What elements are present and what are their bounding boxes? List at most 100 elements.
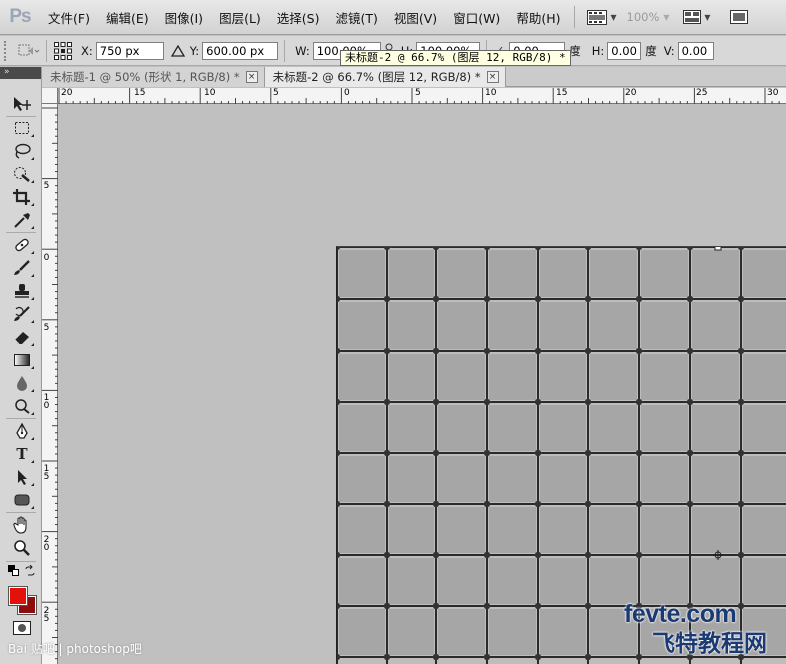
ruler-label: 0: [43, 253, 50, 263]
ruler-label: 0: [344, 88, 350, 98]
grid-cell: [489, 354, 536, 400]
crop-tool-icon[interactable]: [11, 187, 34, 206]
screen-mode-menu-button[interactable]: [730, 10, 749, 24]
vertical-ruler-ticks: [42, 107, 58, 660]
ruler-label: 25: [696, 88, 708, 98]
relative-position-icon[interactable]: [170, 44, 186, 58]
eyedropper-tool-icon[interactable]: [11, 210, 34, 229]
grid-cell: [489, 609, 536, 655]
document-tab-strip: 未标题-1 @ 50% (形状 1, RGB/8) * × 未标题-2 @ 66…: [42, 67, 786, 87]
toolbox-panel: » T: [0, 67, 42, 664]
grid-cell: [590, 507, 637, 553]
blur-tool-icon[interactable]: [11, 373, 34, 392]
grid-cell: [590, 250, 637, 297]
rectangle-shape-tool-icon[interactable]: [11, 490, 34, 509]
grid-cell: [692, 405, 739, 451]
ruler-label: 20: [61, 88, 73, 98]
grid-cell: [489, 405, 536, 451]
eraser-tool-icon[interactable]: [11, 327, 34, 346]
grid-cell: [590, 354, 637, 400]
dodge-tool-icon[interactable]: [11, 396, 34, 415]
history-brush-tool-icon[interactable]: [11, 304, 34, 323]
grid-cell: [438, 250, 485, 297]
tool-separator: [6, 512, 36, 513]
menu-layer[interactable]: 图层(L): [211, 8, 269, 27]
menu-file[interactable]: 文件(F): [40, 8, 98, 27]
foreground-color-swatch[interactable]: [8, 586, 28, 606]
rectangular-marquee-tool-icon[interactable]: [11, 118, 34, 137]
grid-cell: [339, 558, 385, 604]
grid-cell: [692, 354, 739, 400]
menu-window[interactable]: 窗口(W): [445, 8, 508, 27]
menu-image[interactable]: 图像(I): [157, 8, 211, 27]
v-skew-label: V:: [663, 43, 675, 58]
ruler-origin-corner[interactable]: [42, 88, 58, 104]
swap-colors-icon[interactable]: [24, 565, 36, 577]
ruler-label: 1 0: [43, 393, 50, 411]
close-icon[interactable]: ×: [245, 71, 258, 83]
baidu-watermark: Bai 贴吧 | photoshop吧: [8, 642, 142, 656]
menu-filter[interactable]: 滤镜(T): [327, 8, 385, 27]
grid-cell: [641, 250, 688, 297]
menu-bar: Ps 文件(F) 编辑(E) 图像(I) 图层(L) 选择(S) 滤镜(T) 视…: [0, 0, 786, 35]
grid-cell: [339, 302, 385, 349]
close-icon[interactable]: ×: [486, 71, 499, 83]
grid-cell: [692, 456, 739, 502]
pen-tool-icon[interactable]: [11, 421, 34, 440]
screen-mode-button[interactable]: ▾: [587, 9, 617, 25]
menu-select[interactable]: 选择(S): [269, 8, 328, 27]
quick-selection-tool-icon[interactable]: [11, 164, 34, 183]
tab-document-1[interactable]: 未标题-1 @ 50% (形状 1, RGB/8) * ×: [42, 67, 265, 87]
grid-cell: [641, 456, 688, 502]
grid-cell: [692, 250, 739, 297]
menu-view[interactable]: 视图(V): [386, 8, 445, 27]
grid-cell: [438, 405, 485, 451]
grid-cell: [489, 250, 536, 297]
grid-cell: [438, 507, 485, 553]
grid-cell: [641, 354, 688, 400]
transform-preset-icon[interactable]: [16, 42, 40, 60]
y-position-input[interactable]: [202, 41, 279, 60]
horizontal-skew-input[interactable]: [607, 41, 642, 60]
grid-cell: [389, 507, 434, 553]
arrange-documents-button[interactable]: ▾: [683, 10, 710, 24]
toolbox-collapse-button[interactable]: »: [0, 67, 41, 79]
menu-edit[interactable]: 编辑(E): [98, 8, 157, 27]
horizontal-ruler[interactable]: 20 15 10 5 0 5 10 15 20 25 30: [57, 88, 786, 104]
document-tooltip: 未标题-2 @ 66.7% (图层 12, RGB/8) *: [340, 50, 571, 66]
vertical-ruler[interactable]: 5 0 5 1 0 1 5 2 0 2 5: [42, 88, 58, 664]
grid-cell: [590, 456, 637, 502]
grid-cell: [339, 507, 385, 553]
ruler-label: 2 0: [43, 535, 50, 553]
canvas-area[interactable]: [58, 104, 786, 664]
lasso-tool-icon[interactable]: [11, 141, 34, 160]
grid-cell: [540, 558, 586, 604]
healing-brush-tool-icon[interactable]: [11, 235, 34, 254]
ruler-label: 20: [625, 88, 637, 98]
vertical-skew-input[interactable]: [677, 41, 714, 60]
gradient-tool-icon[interactable]: [11, 350, 34, 369]
tool-separator: [6, 418, 36, 419]
menu-help[interactable]: 帮助(H): [508, 8, 568, 27]
brush-tool-icon[interactable]: [11, 258, 34, 277]
zoom-tool-icon[interactable]: [11, 538, 33, 557]
clone-stamp-tool-icon[interactable]: [11, 281, 34, 300]
path-selection-tool-icon[interactable]: [11, 467, 34, 486]
reference-point-icon[interactable]: [53, 41, 73, 61]
quick-mask-icon[interactable]: [13, 621, 31, 635]
tab-document-2[interactable]: 未标题-2 @ 66.7% (图层 12, RGB/8) * ×: [264, 67, 506, 87]
grid-cell: [590, 405, 637, 451]
grid-cell: [339, 250, 385, 297]
type-tool-icon[interactable]: T: [11, 444, 34, 463]
move-tool-icon[interactable]: [11, 94, 33, 113]
grid-cell: [641, 507, 688, 553]
x-position-input[interactable]: [95, 41, 164, 60]
hand-tool-icon[interactable]: [11, 515, 33, 534]
ruler-label: 1 5: [43, 464, 50, 482]
grid-cell: [641, 405, 688, 451]
options-bar-grip[interactable]: [4, 40, 10, 61]
zoom-level-select[interactable]: 100%: [627, 10, 660, 24]
grid-cell: [389, 302, 434, 349]
default-colors-icon[interactable]: [8, 565, 20, 577]
grid-cell: [590, 558, 637, 604]
